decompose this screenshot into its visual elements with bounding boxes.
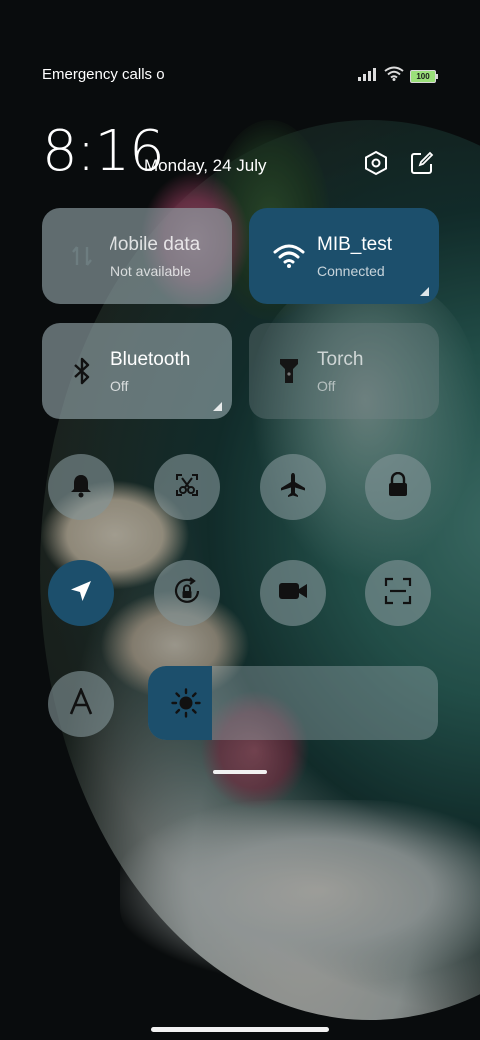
hexagon-settings-icon	[363, 150, 389, 181]
font-icon	[67, 686, 95, 721]
carrier-text: Emergency calls o	[42, 66, 165, 83]
bluetooth-icon	[64, 353, 100, 389]
torch-status: Off	[317, 378, 336, 394]
edit-icon	[409, 150, 435, 181]
lock-screen-toggle[interactable]	[365, 454, 431, 520]
bluetooth-tile[interactable]: Bluetooth Off	[42, 323, 232, 419]
date: Monday, 24 July	[144, 156, 267, 175]
status-bar: Emergency calls o 100	[42, 64, 438, 88]
wifi-network-name: MIB_test	[317, 234, 392, 255]
mobile-data-tile[interactable]: Mobile data Not available	[42, 208, 232, 304]
screenshot-icon	[174, 472, 200, 503]
torch-icon	[271, 353, 307, 389]
signal-icon	[358, 67, 378, 86]
torch-title: Torch	[317, 349, 364, 370]
location-toggle[interactable]	[48, 560, 114, 626]
scanner-toggle[interactable]	[365, 560, 431, 626]
wifi-status-icon	[384, 66, 404, 86]
home-indicator[interactable]	[151, 1027, 329, 1032]
sun-icon	[168, 685, 204, 721]
rotation-lock-icon	[172, 576, 202, 611]
airplane-icon	[279, 471, 307, 504]
mobile-data-title: Mobile data	[110, 234, 201, 255]
wifi-status: Connected	[317, 263, 385, 279]
airplane-mode-toggle[interactable]	[260, 454, 326, 520]
wifi-icon	[271, 238, 307, 274]
wifi-tile[interactable]: MIB_test Connected	[249, 208, 439, 304]
expand-corner-icon[interactable]	[213, 402, 222, 411]
scan-icon	[384, 577, 412, 610]
bluetooth-title: Bluetooth	[110, 349, 191, 370]
screenshot-toggle[interactable]	[154, 454, 220, 520]
video-camera-icon	[278, 580, 308, 607]
rotation-lock-toggle[interactable]	[154, 560, 220, 626]
bell-icon	[68, 472, 94, 503]
location-icon	[68, 578, 94, 609]
battery-icon: 100	[410, 69, 438, 83]
edit-button[interactable]	[405, 148, 439, 182]
mobile-data-icon	[64, 238, 100, 274]
bluetooth-status: Off	[110, 378, 129, 394]
mobile-data-status: Not available	[110, 263, 191, 279]
lock-icon	[386, 471, 410, 503]
font-size-toggle[interactable]	[48, 671, 114, 737]
expand-corner-icon[interactable]	[420, 287, 429, 296]
ringer-toggle[interactable]	[48, 454, 114, 520]
brightness-slider[interactable]	[148, 666, 438, 740]
settings-button[interactable]	[359, 148, 393, 182]
drag-handle[interactable]	[213, 770, 267, 774]
torch-tile[interactable]: Torch Off	[249, 323, 439, 419]
screen-record-toggle[interactable]	[260, 560, 326, 626]
